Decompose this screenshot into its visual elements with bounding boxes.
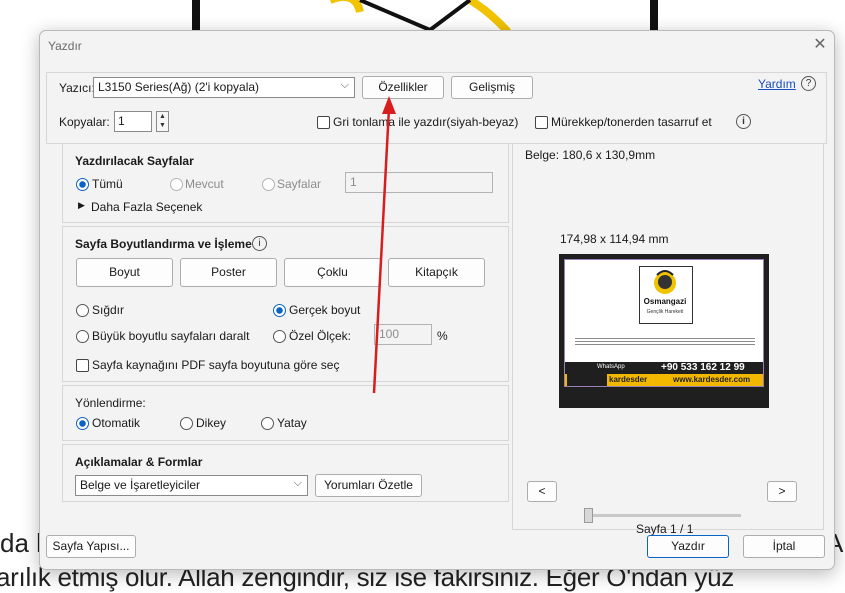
thumbnail-social-strip: kardesder www.kardesder.com xyxy=(565,374,763,386)
paper-source-checkbox[interactable] xyxy=(76,359,89,372)
orientation-landscape-radio[interactable] xyxy=(261,417,274,430)
percent-sign: % xyxy=(437,329,448,343)
printer-select-value: L3150 Series(Ağ) (2'i kopyala) xyxy=(98,80,260,94)
thumbnail-logo-line1: Osmangazi xyxy=(643,297,687,306)
current-page-label: Mevcut xyxy=(185,177,224,191)
orientation-heading: Yönlendirme: xyxy=(75,396,146,410)
print-dialog: Yazdır ✕ Yazıcı: L3150 Series(Ağ) (2'i k… xyxy=(39,30,835,570)
comments-forms-panel: Açıklamalar & Formlar Belge ve İşaretley… xyxy=(62,444,509,502)
previous-page-button[interactable]: < xyxy=(527,481,557,502)
logo-emblem-icon xyxy=(654,270,676,294)
dialog-title: Yazdır xyxy=(48,39,82,53)
custom-scale-input[interactable]: 100 xyxy=(374,324,432,345)
printer-select[interactable]: L3150 Series(Ağ) (2'i kopyala) ⌵ xyxy=(93,77,355,98)
orientation-portrait-radio[interactable] xyxy=(180,417,193,430)
orientation-auto-radio[interactable] xyxy=(76,417,89,430)
properties-button[interactable]: Özellikler xyxy=(362,76,444,99)
background-text-left: da l xyxy=(0,528,42,558)
thumbnail-website: www.kardesder.com xyxy=(673,375,751,384)
fit-radio[interactable] xyxy=(76,304,89,317)
document-size: Belge: 180,6 x 130,9mm xyxy=(525,148,656,162)
pages-range-radio[interactable] xyxy=(262,178,275,191)
page-setup-button[interactable]: Sayfa Yapısı... xyxy=(46,535,136,558)
chevron-down-icon: ⌵ xyxy=(340,79,349,91)
pages-range-input[interactable]: 1 xyxy=(345,172,493,193)
copies-input[interactable]: 1 xyxy=(114,111,152,132)
thumbnail-page: Osmangazi Gençlik Hareketi WhatsApp +90 … xyxy=(564,259,764,387)
current-page-radio[interactable] xyxy=(170,178,183,191)
save-ink-label: Mürekkep/tonerden tasarruf et xyxy=(551,115,712,129)
advanced-button[interactable]: Gelişmiş xyxy=(451,76,533,99)
orientation-panel: Yönlendirme: Otomatik Dikey Yatay xyxy=(62,385,509,441)
next-page-button[interactable]: > xyxy=(767,481,797,502)
thumbnail-body-text xyxy=(575,338,755,346)
sizing-info-icon[interactable]: i xyxy=(252,236,267,251)
thumbnail-logo-line2: Gençlik Hareketi xyxy=(646,309,684,315)
size-button[interactable]: Boyut xyxy=(76,258,173,287)
printer-label: Yazıcı: xyxy=(59,81,95,95)
info-icon[interactable]: i xyxy=(736,114,751,129)
orientation-landscape-label: Yatay xyxy=(277,416,307,430)
page-slider-track[interactable] xyxy=(589,514,741,517)
more-options-toggle[interactable]: Daha Fazla Seçenek xyxy=(91,200,202,214)
preview-panel: Belge: 180,6 x 130,9mm 174,98 x 114,94 m… xyxy=(512,143,824,536)
comments-heading: Açıklamalar & Formlar xyxy=(75,455,203,469)
page-indicator: Sayfa 1 / 1 xyxy=(636,522,694,536)
orientation-portrait-label: Dikey xyxy=(196,416,227,430)
thumbnail-logo: Osmangazi Gençlik Hareketi xyxy=(639,266,693,324)
grayscale-checkbox[interactable] xyxy=(317,116,330,129)
printer-settings-panel: Yazıcı: L3150 Series(Ağ) (2'i kopyala) ⌵… xyxy=(46,72,827,144)
page-thumbnail: Osmangazi Gençlik Hareketi WhatsApp +90 … xyxy=(559,254,769,408)
shrink-label: Büyük boyutlu sayfaları daralt xyxy=(92,329,250,343)
comments-select[interactable]: Belge ve İşaretleyiciler ⌵ xyxy=(75,475,308,496)
shrink-radio[interactable] xyxy=(76,330,89,343)
thumbnail-social-icons xyxy=(567,374,607,386)
chevron-down-icon: ⌵ xyxy=(293,477,302,489)
help-link[interactable]: Yardım xyxy=(758,77,796,91)
summarize-comments-button[interactable]: Yorumları Özetle xyxy=(315,474,422,497)
multiple-button[interactable]: Çoklu xyxy=(284,258,381,287)
page-slider-thumb[interactable] xyxy=(584,508,593,523)
thumbnail-phone-banner: WhatsApp +90 533 162 12 99 xyxy=(565,362,763,374)
expand-triangle-icon[interactable]: ▶ xyxy=(78,200,85,211)
comments-select-value: Belge ve İşaretleyiciler xyxy=(80,478,201,492)
pages-to-print-panel: Yazdırılacak Sayfalar Tümü Mevcut Sayfal… xyxy=(62,143,509,223)
print-button[interactable]: Yazdır xyxy=(647,535,729,558)
booklet-button[interactable]: Kitapçık xyxy=(388,258,485,287)
actual-size-radio[interactable] xyxy=(273,304,286,317)
help-icon[interactable]: ? xyxy=(801,76,816,91)
page-size: 174,98 x 114,94 mm xyxy=(560,232,669,246)
poster-button[interactable]: Poster xyxy=(180,258,277,287)
sizing-heading: Sayfa Boyutlandırma ve İşleme xyxy=(75,237,252,251)
thumbnail-whatsapp-label: WhatsApp xyxy=(597,364,625,370)
close-icon[interactable]: ✕ xyxy=(810,35,830,55)
actual-size-label: Gerçek boyut xyxy=(289,303,361,317)
pages-heading: Yazdırılacak Sayfalar xyxy=(75,154,194,168)
custom-scale-label: Özel Ölçek: xyxy=(289,329,352,343)
all-pages-radio[interactable] xyxy=(76,178,89,191)
thumbnail-phone: +90 533 162 12 99 xyxy=(661,362,745,373)
pages-range-label: Sayfalar xyxy=(277,177,322,191)
grayscale-label: Gri tonlama ile yazdır(siyah-beyaz) xyxy=(333,115,519,129)
save-ink-checkbox[interactable] xyxy=(535,116,548,129)
fit-label: Sığdır xyxy=(92,303,125,317)
page-sizing-panel: Sayfa Boyutlandırma ve İşleme i Boyut Po… xyxy=(62,226,509,382)
orientation-auto-label: Otomatik xyxy=(92,416,141,430)
copies-stepper[interactable]: ▲ ▼ xyxy=(156,111,169,132)
cancel-button[interactable]: İptal xyxy=(743,535,825,558)
thumbnail-handle: kardesder xyxy=(609,375,648,384)
copies-label: Kopyalar: xyxy=(59,115,110,129)
custom-scale-radio[interactable] xyxy=(273,330,286,343)
all-pages-label: Tümü xyxy=(92,177,123,191)
paper-source-label: Sayfa kaynağını PDF sayfa boyutuna göre … xyxy=(92,358,340,372)
